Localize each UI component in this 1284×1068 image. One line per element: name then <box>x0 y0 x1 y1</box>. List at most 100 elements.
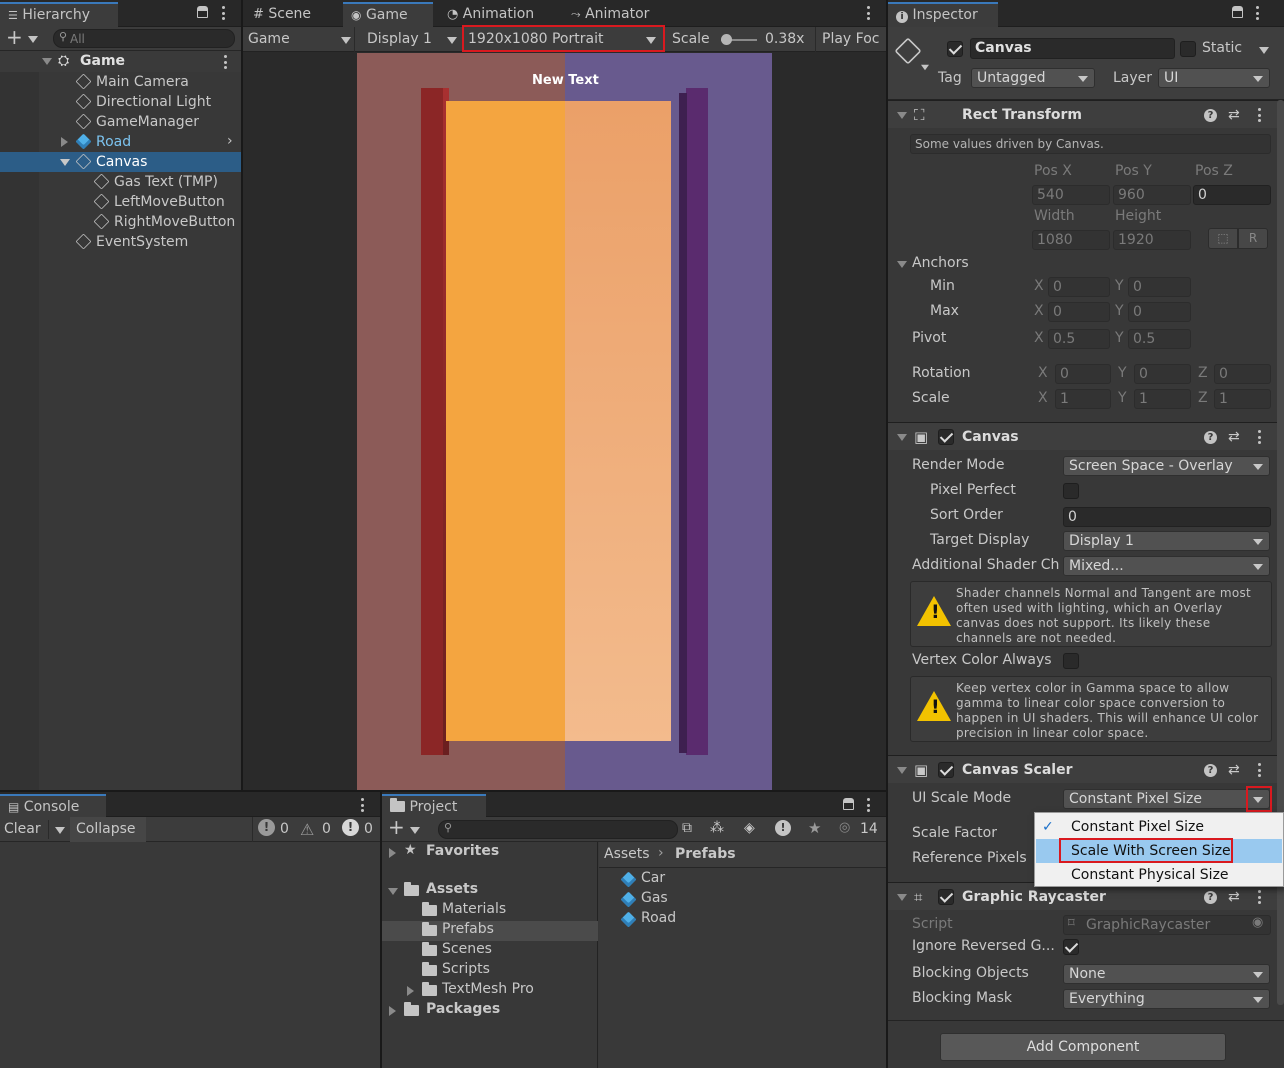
ui-scale-mode-dropdown[interactable]: Constant Pixel Size <box>1063 789 1270 809</box>
hierarchy-item-leftmovebutton[interactable]: LeftMoveButton <box>0 192 241 212</box>
tree-packages[interactable]: Packages <box>426 1001 500 1017</box>
scene-kebab-icon[interactable] <box>224 55 228 69</box>
presets-icon[interactable]: ⇄ <box>1228 423 1240 451</box>
posz-field[interactable]: 0 <box>1193 185 1271 205</box>
packages-expand-icon[interactable] <box>389 1006 396 1016</box>
collapse-button[interactable]: Collapse <box>70 817 146 842</box>
lock-icon[interactable] <box>843 798 854 810</box>
kebab-menu-icon[interactable] <box>1258 430 1262 444</box>
active-checkbox[interactable] <box>947 41 963 57</box>
lock-icon[interactable] <box>1232 6 1243 18</box>
kebab-menu-icon[interactable] <box>222 6 226 20</box>
asset-gas[interactable]: Gas <box>641 890 668 906</box>
project-tab[interactable]: Project <box>382 794 486 817</box>
object-picker-icon[interactable]: ◉ <box>1252 915 1263 930</box>
console-log-area[interactable] <box>0 842 380 1068</box>
fold-icon[interactable] <box>897 767 907 774</box>
important-icon[interactable]: ! <box>775 820 791 836</box>
tab-game[interactable]: ◉ Game <box>343 2 433 27</box>
tree-folder-scenes[interactable]: Scenes <box>442 941 492 957</box>
blocking-objects-dropdown[interactable]: None <box>1063 964 1270 984</box>
canvas-enabled-checkbox[interactable] <box>938 429 954 445</box>
fold-icon[interactable] <box>897 112 907 119</box>
hierarchy-item-directional-light[interactable]: Directional Light <box>0 92 241 112</box>
shader-channels-dropdown[interactable]: Mixed... <box>1063 556 1270 576</box>
help-icon[interactable]: ? <box>1204 431 1217 444</box>
render-mode-dropdown[interactable]: Screen Space - Overlay <box>1063 456 1270 476</box>
favorite-star-icon[interactable]: ★ <box>808 819 821 837</box>
game-mode-dropdown[interactable]: Game <box>243 27 355 52</box>
create-asset-button[interactable]: + <box>388 815 405 839</box>
search-by-label-icon[interactable]: ⁂ <box>710 820 724 836</box>
kebab-menu-icon[interactable] <box>361 798 365 812</box>
warning-icon[interactable]: ⚠ <box>300 820 314 839</box>
tag-dropdown[interactable]: Untagged <box>971 68 1095 88</box>
chevron-right-icon[interactable]: › <box>227 131 233 151</box>
icon-dropdown-arrow[interactable] <box>921 64 929 71</box>
hierarchy-item-gamemanager[interactable]: GameManager <box>0 112 241 132</box>
presets-icon[interactable]: ⇄ <box>1228 756 1240 784</box>
error-icon[interactable]: ! <box>342 819 359 836</box>
canvas-scaler-enabled-checkbox[interactable] <box>938 762 954 778</box>
scale-slider[interactable] <box>721 34 757 46</box>
tag-icon[interactable]: ◈ <box>744 820 755 836</box>
tree-folder-materials[interactable]: Materials <box>442 901 506 917</box>
favorites-expand-icon[interactable] <box>389 848 396 858</box>
hierarchy-item-canvas[interactable]: Canvas <box>0 152 241 172</box>
info-icon[interactable]: ! <box>258 819 275 836</box>
hierarchy-item-rightmovebutton[interactable]: RightMoveButton <box>0 212 241 232</box>
canvas-component-header[interactable]: ▣ Canvas ? ⇄ <box>888 422 1284 450</box>
breadcrumb-prefabs[interactable]: Prefabs <box>675 846 736 862</box>
project-search-input[interactable] <box>438 820 678 839</box>
layer-dropdown[interactable]: UI <box>1158 68 1270 88</box>
vertex-color-checkbox[interactable] <box>1063 653 1079 669</box>
asset-car[interactable]: Car <box>641 870 665 886</box>
menu-item-constant-physical-size[interactable]: Constant Physical Size <box>1036 863 1282 887</box>
pixel-perfect-checkbox[interactable] <box>1063 483 1079 499</box>
lock-icon[interactable] <box>197 6 208 18</box>
scene-fold-icon[interactable] <box>42 58 52 65</box>
scene-row[interactable]: ⛭ Game <box>0 51 241 72</box>
help-icon[interactable]: ? <box>1204 891 1217 904</box>
tab-scene[interactable]: # Scene <box>245 2 319 27</box>
tab-animator[interactable]: ⤳ Animator <box>563 2 657 27</box>
menu-item-constant-pixel-size[interactable]: ✓ Constant Pixel Size <box>1036 815 1282 839</box>
tree-folder-scripts[interactable]: Scripts <box>442 961 490 977</box>
tree-folder-prefabs[interactable]: Prefabs <box>442 921 494 937</box>
add-object-button[interactable]: + <box>6 25 23 49</box>
raw-edit-button[interactable]: R <box>1238 228 1268 249</box>
presets-icon[interactable]: ⇄ <box>1228 101 1240 129</box>
object-name-input[interactable]: Canvas <box>970 38 1175 59</box>
ignore-reversed-checkbox[interactable] <box>1063 939 1079 955</box>
clear-button[interactable]: Clear <box>4 821 41 837</box>
raycaster-enabled-checkbox[interactable] <box>938 889 954 905</box>
kebab-menu-icon[interactable] <box>1258 890 1262 904</box>
sort-order-field[interactable]: 0 <box>1063 507 1271 527</box>
static-dropdown-arrow[interactable] <box>1259 47 1269 54</box>
target-display-dropdown[interactable]: Display 1 <box>1063 531 1270 551</box>
road-expand-icon[interactable] <box>61 137 68 147</box>
rect-transform-header[interactable]: ⛶ Rect Transform ? ⇄ <box>888 100 1284 128</box>
fold-icon[interactable] <box>897 894 907 901</box>
help-icon[interactable]: ? <box>1204 764 1217 777</box>
kebab-menu-icon[interactable] <box>1256 6 1260 20</box>
static-checkbox[interactable] <box>1180 41 1196 57</box>
game-viewport[interactable]: New Text <box>357 53 772 790</box>
textmesh-expand-icon[interactable] <box>407 986 414 996</box>
clear-options-dropdown-icon[interactable] <box>55 827 65 834</box>
console-tab[interactable]: ▤ Console <box>0 794 106 817</box>
blueprint-mode-button[interactable]: ⬚ <box>1208 228 1238 249</box>
tab-animation[interactable]: ◔ Animation <box>439 2 542 27</box>
kebab-menu-icon[interactable] <box>1258 108 1262 122</box>
kebab-menu-icon[interactable] <box>867 798 871 812</box>
asset-road[interactable]: Road <box>641 910 676 926</box>
help-icon[interactable]: ? <box>1204 109 1217 122</box>
hierarchy-item-main-camera[interactable]: Main Camera <box>0 72 241 92</box>
blocking-mask-dropdown[interactable]: Everything <box>1063 989 1270 1009</box>
add-component-button[interactable]: Add Component <box>940 1033 1226 1061</box>
hierarchy-tab[interactable]: ☰ Hierarchy <box>0 2 118 27</box>
assets-fold-icon[interactable] <box>388 888 398 895</box>
search-by-type-icon[interactable]: ⧉ <box>682 820 692 836</box>
visibility-eye-icon[interactable]: ◎ <box>839 820 850 835</box>
presets-icon[interactable]: ⇄ <box>1228 883 1240 911</box>
